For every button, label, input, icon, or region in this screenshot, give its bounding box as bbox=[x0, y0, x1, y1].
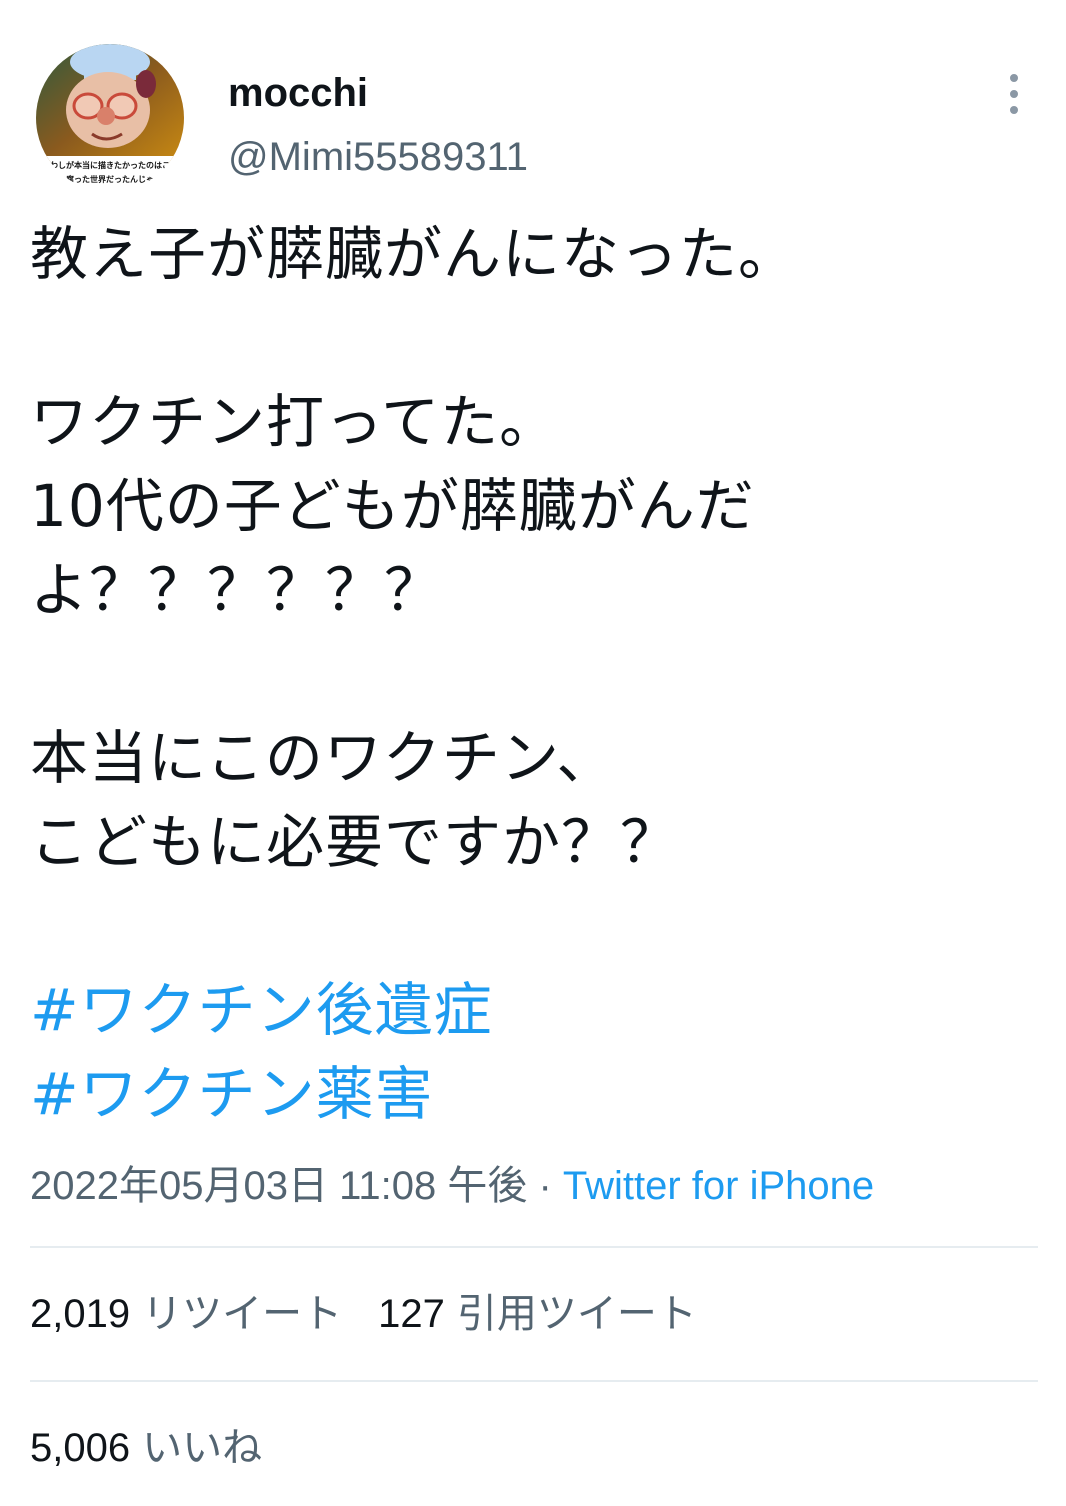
retweets-count: 2,019 bbox=[30, 1292, 131, 1336]
meta-separator: · bbox=[527, 1164, 563, 1208]
tweet-line: 本当にこのワクチン、 bbox=[30, 724, 616, 792]
avatar[interactable]: わしが本当に描きたかったのはこ の腐った世界だったんじゃよ bbox=[36, 44, 184, 192]
display-name[interactable]: mocchi bbox=[228, 68, 368, 118]
more-options-button[interactable] bbox=[990, 66, 1038, 122]
avatar-image: わしが本当に描きたかったのはこ の腐った世界だったんじゃよ bbox=[36, 44, 184, 192]
avatar-caption-line-2: の腐った世界だったんじゃよ bbox=[58, 174, 162, 184]
divider bbox=[30, 1380, 1038, 1382]
tweet-line: よ？？？？？？ bbox=[30, 556, 444, 624]
likes-count: 5,006 bbox=[30, 1426, 131, 1470]
divider bbox=[30, 1246, 1038, 1248]
avatar-caption-line-1: わしが本当に描きたかったのはこ bbox=[50, 160, 170, 170]
retweet-stats-row: 2,019 リツイート 127 引用ツイート bbox=[30, 1288, 733, 1340]
tweet-timestamp[interactable]: 2022年05月03日 11:08 午後 bbox=[30, 1164, 527, 1208]
quotes-label: 引用ツイート bbox=[456, 1292, 697, 1336]
likes-label: いいね bbox=[142, 1426, 263, 1470]
hashtag-link[interactable]: #ワクチン後遺症 bbox=[30, 968, 1040, 1052]
tweet-line: こどもに必要ですか？？ bbox=[30, 808, 680, 876]
more-vertical-icon bbox=[1010, 74, 1018, 114]
likes-stats-row: 5,006 いいね bbox=[30, 1422, 298, 1474]
tweet-line: 教え子が膵臓がんになった。 bbox=[30, 220, 798, 288]
likes-stat[interactable]: 5,006 いいね bbox=[30, 1422, 262, 1474]
tweet-meta: 2022年05月03日 11:08 午後 · Twitter for iPhon… bbox=[30, 1160, 874, 1212]
hashtag-link[interactable]: #ワクチン薬害 bbox=[30, 1052, 1040, 1136]
quotes-count: 127 bbox=[378, 1292, 445, 1336]
retweets-label: リツイート bbox=[142, 1292, 343, 1336]
retweets-stat[interactable]: 2,019 リツイート bbox=[30, 1288, 342, 1340]
tweet-line: ワクチン打ってた。 bbox=[30, 388, 559, 456]
tweet-line: 10代の子どもが膵臓がんだ bbox=[30, 472, 755, 540]
tweet-detail: わしが本当に描きたかったのはこ の腐った世界だったんじゃよ mocchi @Mi… bbox=[0, 0, 1066, 1506]
tweet-text: 教え子が膵臓がんになった。 ワクチン打ってた。 10代の子どもが膵臓がんだ よ？… bbox=[30, 212, 1040, 1136]
quotes-stat[interactable]: 127 引用ツイート bbox=[378, 1288, 697, 1340]
tweet-source-link[interactable]: Twitter for iPhone bbox=[563, 1164, 874, 1208]
user-handle[interactable]: @Mimi55589311 bbox=[228, 132, 528, 182]
